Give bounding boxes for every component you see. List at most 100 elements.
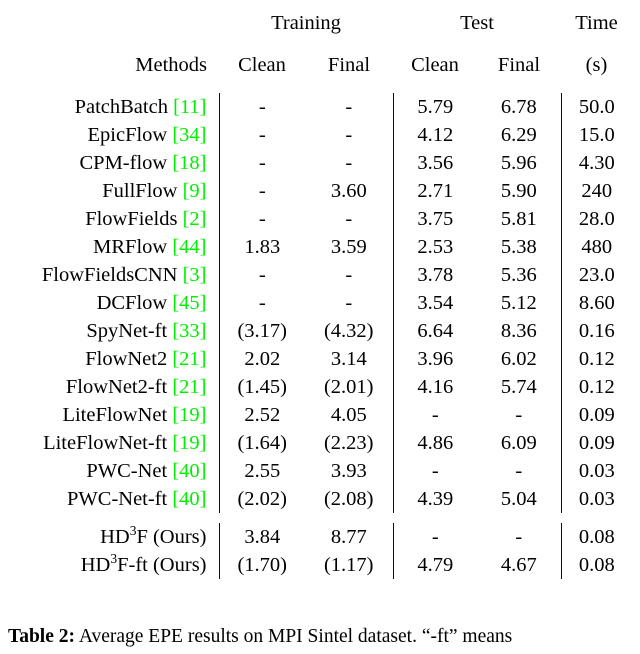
results-table: Training Test Time Methods Clean Final C… <box>8 0 632 583</box>
cell-train-clean: 2.52 <box>218 401 305 429</box>
method-name-suffix: F (Ours) <box>136 526 207 548</box>
cell-time: 0.03 <box>560 457 632 485</box>
citation-link[interactable]: [19] <box>172 432 206 454</box>
citation-link[interactable]: [2] <box>183 208 207 230</box>
citation-link[interactable]: [18] <box>172 152 206 174</box>
citation-link[interactable]: [45] <box>172 292 206 314</box>
cell-train-clean: - <box>218 261 305 289</box>
group-header-row: Training Test Time <box>8 4 632 43</box>
cell-test-clean: - <box>392 457 477 485</box>
method-name-prefix: HD <box>80 554 111 576</box>
cell-test-final: 5.04 <box>500 488 537 510</box>
method-name: PatchBatch <box>74 96 174 118</box>
cell-test-clean: 4.39 <box>392 485 477 513</box>
cell-train-clean: (3.17) <box>218 317 305 345</box>
cell-train-final: - <box>345 124 353 146</box>
cell-method: MRFlow [44] <box>8 233 219 261</box>
cell-test-clean: 3.78 <box>392 261 477 289</box>
table-row-ours: HD3F-ft (Ours) (1.70) (1.17) 4.79 4.67 0.08 <box>8 551 632 579</box>
cell-test-final: 6.29 <box>500 124 537 146</box>
caption-label: Table 2: <box>8 626 76 647</box>
cell-train-clean: (1.45) <box>218 373 305 401</box>
cell-train-final: 4.05 <box>330 404 367 426</box>
cell-method: HD3F-ft (Ours) <box>8 551 219 579</box>
cell-test-clean: 5.79 <box>392 93 477 121</box>
table-row: LiteFlowNet [19] 2.52 4.05- -0.09 <box>8 401 632 429</box>
cell-train-clean: - <box>218 177 305 205</box>
cell-method: PWC-Net [40] <box>8 457 219 485</box>
cell-train-clean: 1.83 <box>218 233 305 261</box>
method-name: CPM-flow <box>79 152 173 174</box>
citation-link[interactable]: [33] <box>172 320 206 342</box>
cell-test-clean: 3.56 <box>392 149 477 177</box>
method-name: PWC-Net <box>86 460 173 482</box>
method-name: EpicFlow <box>87 124 173 146</box>
citation-link[interactable]: [40] <box>172 460 206 482</box>
cell-method: PWC-Net-ft [40] <box>8 485 219 513</box>
citation-link[interactable]: [21] <box>172 348 206 370</box>
citation-link[interactable]: [44] <box>172 236 206 258</box>
cell-time: 0.12 <box>560 373 632 401</box>
method-name: MRFlow <box>93 236 173 258</box>
cell-train-final: 8.77 <box>330 526 367 548</box>
cell-train-final: (2.01) <box>323 376 374 398</box>
cell-train-clean: - <box>218 149 305 177</box>
cell-test-final: 6.78 <box>500 96 537 118</box>
table-caption: Table 2: Average EPE results on MPI Sint… <box>8 624 632 649</box>
method-name: LiteFlowNet-ft <box>43 432 173 454</box>
cell-time: 0.12 <box>560 345 632 373</box>
cell-test-final: - <box>515 526 523 548</box>
cell-test-final: 5.36 <box>500 264 537 286</box>
cell-time: 0.08 <box>560 551 632 579</box>
citation-link[interactable]: [3] <box>183 264 207 286</box>
cell-method: FlowFields [2] <box>8 205 219 233</box>
table-row: FlowNet2 [21] 2.02 3.14 3.96 6.02 0.12 <box>8 345 632 373</box>
cell-time: 23.0 <box>560 261 632 289</box>
citation-link[interactable]: [34] <box>172 124 206 146</box>
group-header-blank <box>8 4 219 43</box>
citation-link[interactable]: [21] <box>172 376 206 398</box>
method-name: FlowNet2-ft <box>65 376 173 398</box>
cell-time: 15.0 <box>560 121 632 149</box>
cell-test-clean: 3.54 <box>392 289 477 317</box>
cell-test-clean: - <box>392 523 477 551</box>
cell-train-final: 3.14 <box>330 348 367 370</box>
cell-test-final: 8.36 <box>500 320 537 342</box>
cell-test-final: 5.81 <box>500 208 537 230</box>
cell-train-final: - <box>345 208 353 230</box>
cell-train-clean: 3.84 <box>218 523 305 551</box>
cell-test-final: 6.02 <box>500 348 537 370</box>
cell-method: DCFlow [45] <box>8 289 219 317</box>
cell-test-clean: 4.86 <box>392 429 477 457</box>
group-header-training: Training <box>271 12 341 34</box>
method-name: FullFlow <box>102 180 183 202</box>
cell-train-final: (1.17) <box>323 554 374 576</box>
cell-test-clean: 4.79 <box>392 551 477 579</box>
citation-link[interactable]: [9] <box>183 180 207 202</box>
column-header-test-clean: Clean <box>411 54 459 76</box>
table-row: PWC-Net [40] 2.55 3.93- -0.03 <box>8 457 632 485</box>
cell-method: CPM-flow [18] <box>8 149 219 177</box>
cell-test-final: 5.90 <box>500 180 537 202</box>
column-header-train-final: Final <box>327 54 371 76</box>
cell-test-clean: 6.64 <box>392 317 477 345</box>
method-name: DCFlow <box>96 292 173 314</box>
cell-train-final: 3.60 <box>330 180 367 202</box>
cell-time: 0.08 <box>560 523 632 551</box>
method-name: PWC-Net-ft <box>67 488 173 510</box>
cell-train-clean: (1.64) <box>218 429 305 457</box>
cell-train-clean: (1.70) <box>218 551 305 579</box>
group-header-time: Time <box>575 12 618 34</box>
method-name: LiteFlowNet <box>62 404 173 426</box>
cell-test-final: 5.74 <box>500 376 537 398</box>
citation-link[interactable]: [11] <box>173 96 206 118</box>
citation-link[interactable]: [19] <box>172 404 206 426</box>
citation-link[interactable]: [40] <box>172 488 206 510</box>
cell-train-final: 3.93 <box>330 460 367 482</box>
cell-time: 4.30 <box>560 149 632 177</box>
method-name: FlowFieldsCNN <box>41 264 183 286</box>
cell-test-final: - <box>515 460 523 482</box>
cell-time: 0.09 <box>560 429 632 457</box>
cell-test-clean: 3.96 <box>392 345 477 373</box>
table-row: EpicFlow [34] - -4.12 6.29 15.0 <box>8 121 632 149</box>
